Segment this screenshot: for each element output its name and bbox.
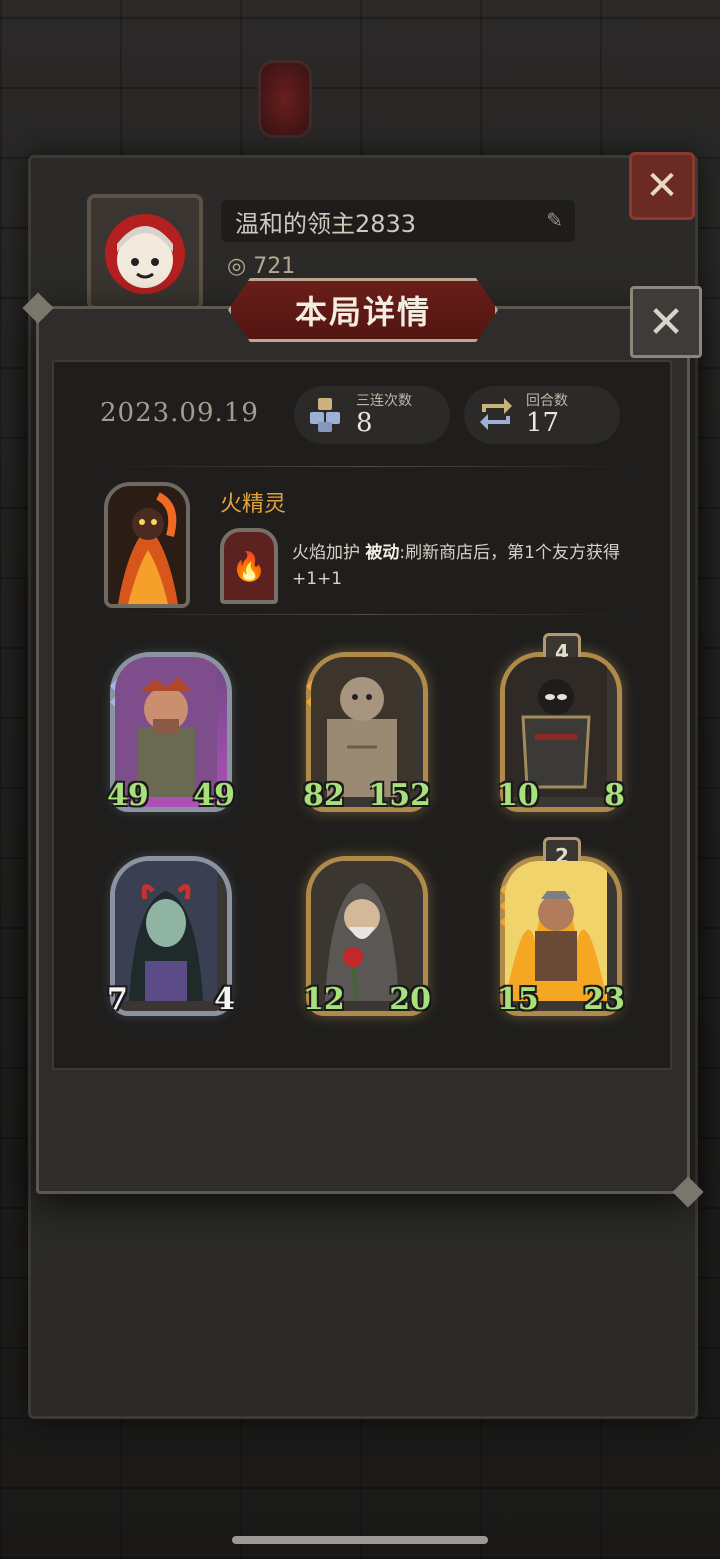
round-count-value: 17 [526, 408, 560, 438]
card-health: 8 [604, 778, 625, 813]
close-icon[interactable]: ✕ [629, 152, 695, 220]
modal-title: 本局详情 [228, 278, 498, 342]
round-count-label: 回合数 [526, 393, 568, 409]
divider [100, 614, 634, 615]
minion-card[interactable]: 12 20 [303, 856, 431, 1017]
fire-spirit-art [108, 486, 186, 604]
home-indicator[interactable] [232, 1536, 488, 1544]
minion-card[interactable]: 7 4 [107, 856, 235, 1017]
cycle-arrows-icon [476, 394, 516, 434]
flame-icon[interactable]: 🔥 [220, 528, 278, 604]
card-attack: 10 [497, 778, 539, 813]
triple-count-value: 8 [356, 408, 373, 438]
coin-count: ◎ 721 [227, 254, 295, 279]
skill-name: 火焰加护 [292, 543, 360, 563]
card-art [115, 861, 227, 1011]
minion-card[interactable]: 2 15 23 [497, 837, 625, 1017]
coin-icon: ◎ [227, 254, 254, 279]
card-health: 152 [368, 778, 431, 813]
cubes-icon [306, 394, 346, 434]
card-health: 20 [389, 982, 431, 1017]
skill-description: 火焰加护 被动:刷新商店后，第1个友方获得+1+1 [292, 540, 662, 592]
divider [100, 466, 634, 467]
triple-count-stat: 三连次数 8 [294, 386, 450, 444]
hero-name: 火精灵 [220, 492, 287, 517]
close-icon: ✕ [647, 296, 685, 348]
player-name: 温和的领主2833 [235, 209, 417, 238]
card-attack: 82 [303, 778, 345, 813]
round-count-stat: 回合数 17 [464, 386, 620, 444]
card-health: 4 [214, 982, 235, 1017]
detail-content: 2023.09.19 三连次数 8 回合数 17 火精灵 🔥 火焰加护 被动:刷… [52, 360, 672, 1070]
avatar-portrait [105, 214, 185, 294]
minion-card[interactable]: 82 152 [303, 652, 431, 813]
player-name-field[interactable]: 温和的领主2833 ✎ [221, 200, 575, 242]
card-attack: 12 [303, 982, 345, 1017]
close-button[interactable]: ✕ [630, 286, 702, 358]
card-attack: 49 [107, 778, 149, 813]
lantern-decoration [258, 60, 312, 138]
triple-count-label: 三连次数 [356, 393, 412, 409]
pencil-icon[interactable]: ✎ [546, 208, 563, 232]
minion-card[interactable]: 4 10 8 [497, 633, 625, 813]
card-attack: 7 [107, 982, 128, 1017]
skill-type: 被动 [365, 543, 400, 563]
card-attack: 15 [497, 982, 539, 1017]
hero-portrait[interactable] [104, 482, 190, 608]
match-date: 2023.09.19 [100, 398, 259, 428]
card-health: 23 [583, 982, 625, 1017]
avatar[interactable] [87, 194, 203, 310]
card-health: 49 [193, 778, 235, 813]
minion-card[interactable]: 49 49 [107, 652, 235, 813]
coin-value: 721 [253, 254, 296, 279]
